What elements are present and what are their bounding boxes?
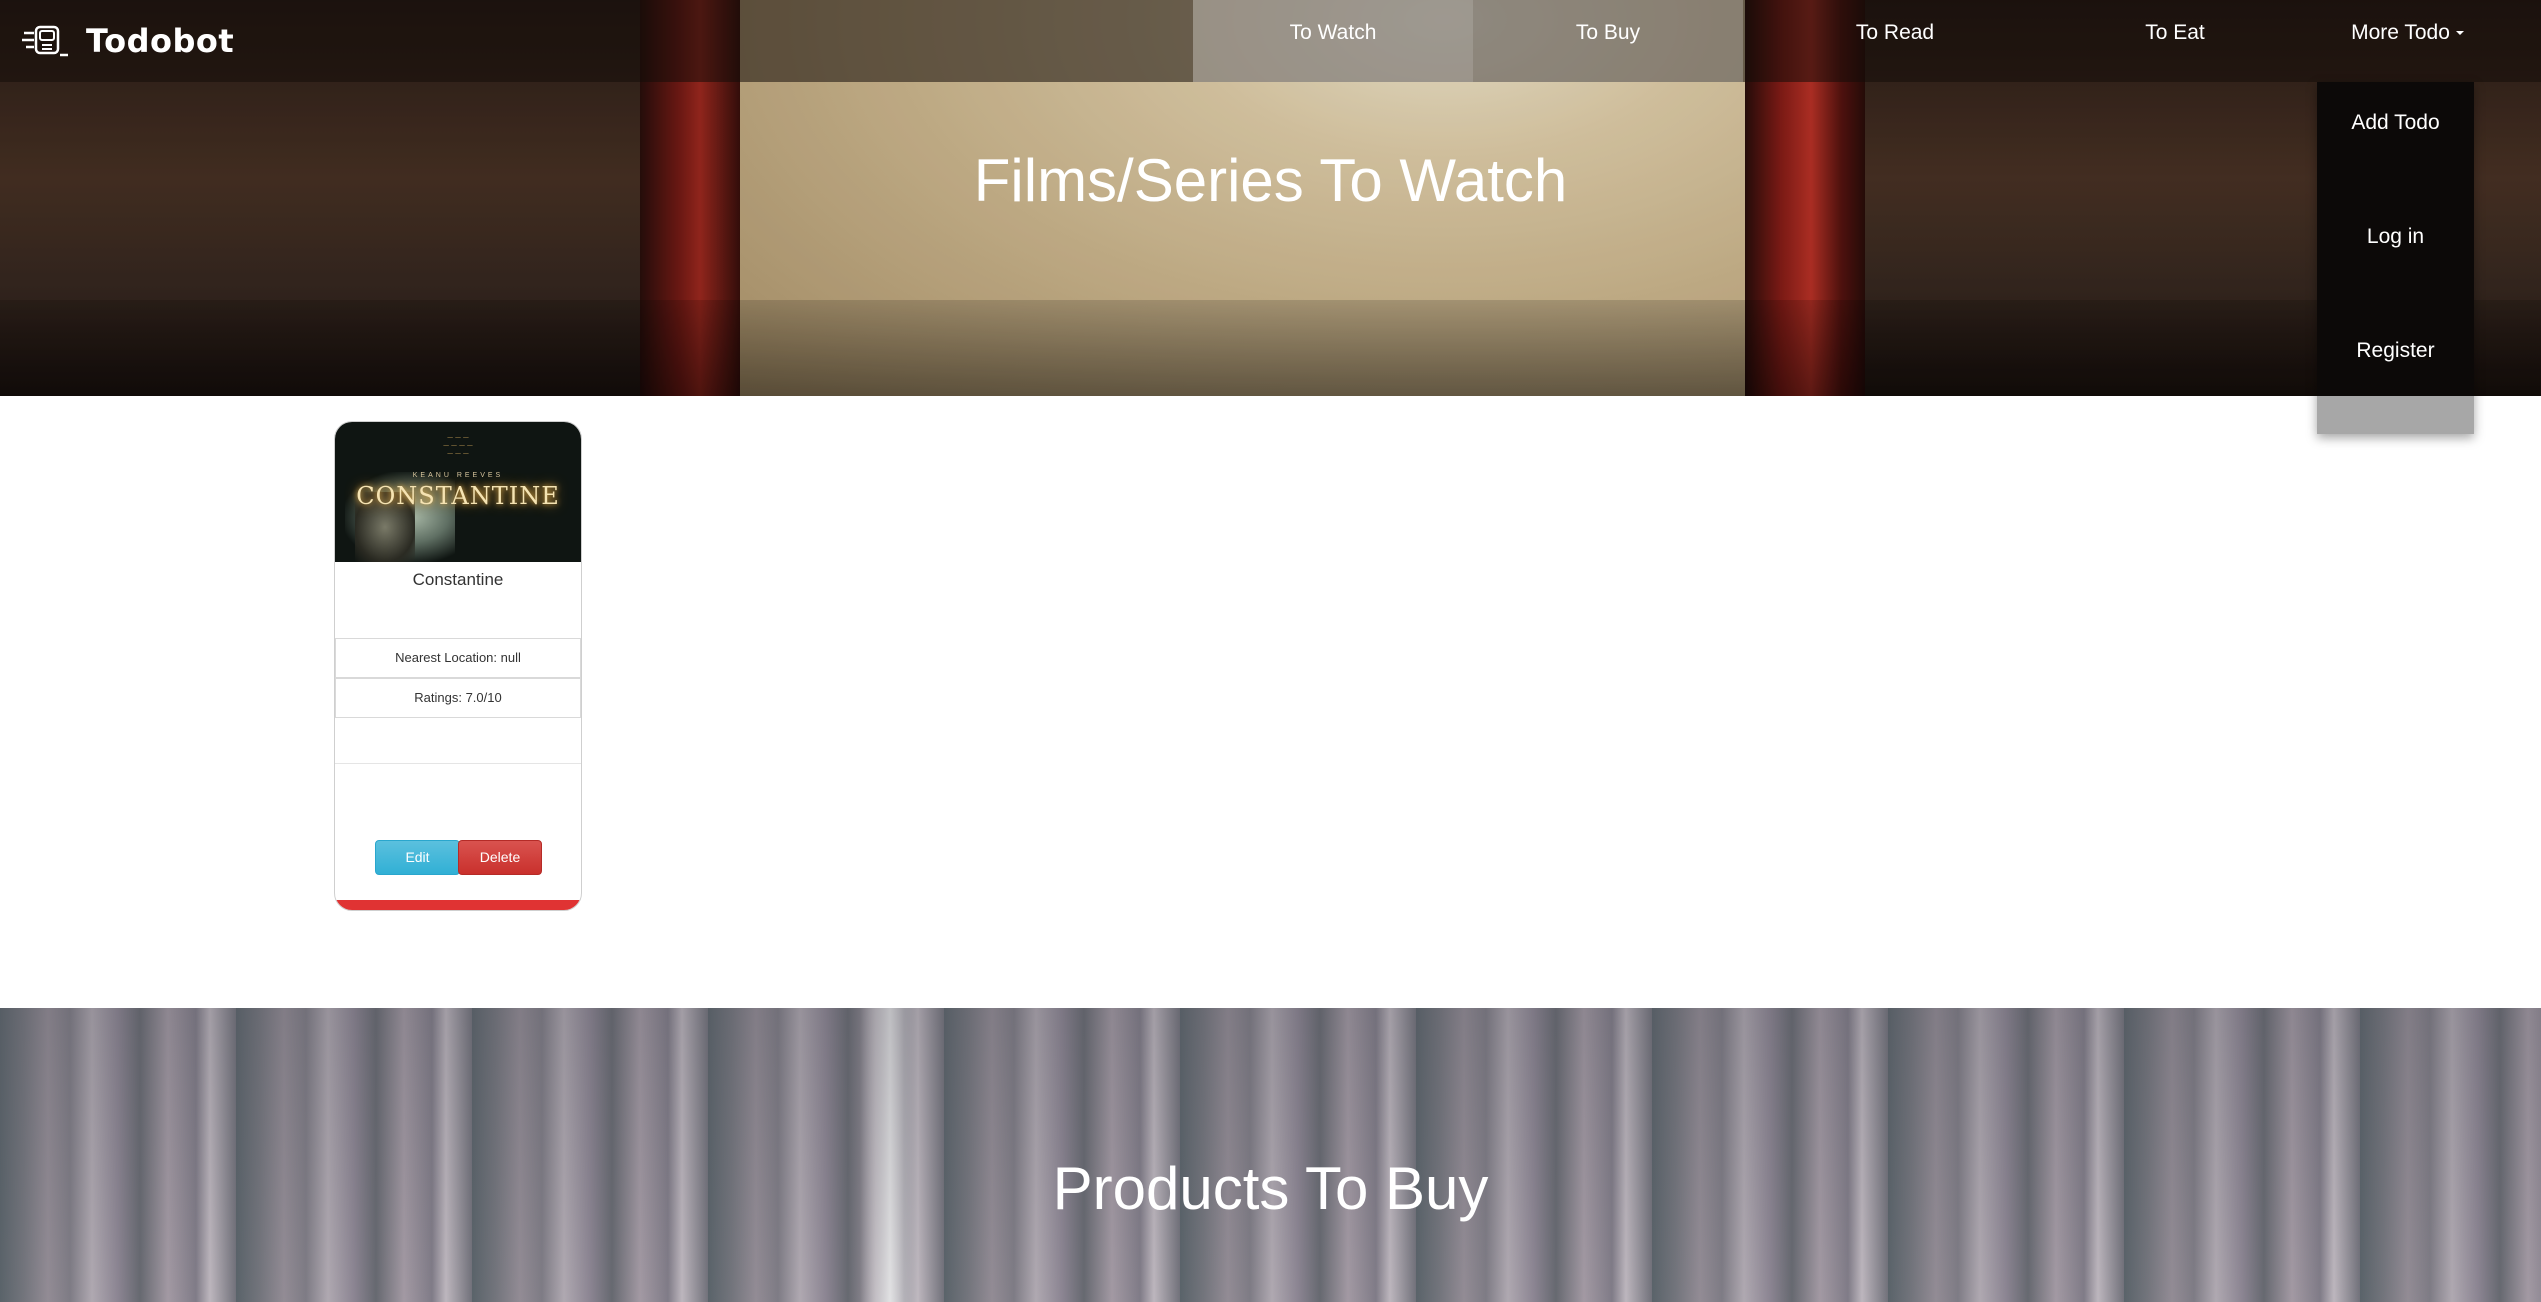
card-divider	[335, 763, 581, 764]
poster-credit: KEANU REEVES	[412, 472, 504, 479]
hero-to-buy: Products To Buy	[0, 1008, 2541, 1302]
robot-lines-icon	[22, 25, 68, 57]
dropdown-footer	[2317, 396, 2474, 434]
more-todo-label: More Todo	[2351, 21, 2450, 44]
poster-title: CONSTANTINE	[356, 482, 560, 510]
section-title-watch: Films/Series To Watch	[973, 147, 1568, 214]
more-todo-dropdown: Add Todo Log in Register	[2317, 82, 2474, 434]
nav-to-watch[interactable]: To Watch	[1193, 0, 1473, 82]
dropdown-register[interactable]: Register	[2317, 339, 2474, 363]
navbar: Todobot To Watch To Buy To Read To Eat M…	[0, 0, 2541, 82]
nearest-location: Nearest Location: null	[335, 638, 581, 678]
section-title-buy: Products To Buy	[1052, 1155, 1489, 1222]
dropdown-log-in[interactable]: Log in	[2317, 225, 2474, 249]
nav-to-buy[interactable]: To Buy	[1473, 0, 1743, 82]
poster-tagline: — — — — — — — — — —	[443, 434, 473, 457]
card-status-bar	[335, 900, 581, 910]
dropdown-add-todo[interactable]: Add Todo	[2317, 111, 2474, 135]
brand-link[interactable]: Todobot	[22, 18, 234, 64]
caret-down-icon	[2455, 31, 2464, 36]
nav-to-eat[interactable]: To Eat	[2035, 0, 2315, 82]
card-title: Constantine	[412, 570, 504, 589]
poster-image: — — — — — — — — — — KEANU REEVES CONSTANTI…	[335, 422, 581, 562]
delete-button[interactable]: Delete	[458, 840, 542, 875]
brand-name: Todobot	[86, 22, 235, 60]
nav-more-todo[interactable]: More Todo	[2325, 0, 2490, 82]
nav-to-read[interactable]: To Read	[1755, 0, 2035, 82]
edit-button[interactable]: Edit	[375, 840, 460, 875]
todo-card: — — — — — — — — — — KEANU REEVES CONSTANTI…	[334, 421, 582, 911]
ratings: Ratings: 7.0/10	[335, 678, 581, 718]
